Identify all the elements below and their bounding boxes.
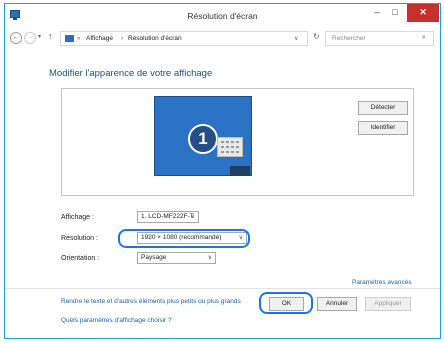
ok-highlight-annotation: [259, 292, 313, 314]
search-icon[interactable]: ⌕: [422, 34, 426, 42]
monitor-number-badge: 1: [188, 124, 218, 154]
breadcrumb-separator: ›: [121, 35, 124, 42]
refresh-icon[interactable]: ↻: [313, 32, 320, 41]
which-settings-link[interactable]: Quels paramètres d'affichage choisir ?: [61, 317, 172, 324]
title-bar[interactable]: Résolution d'écran – □ ✕: [5, 4, 440, 28]
main-content: Modifier l'apparence de votre affichage …: [5, 50, 440, 324]
orientation-select[interactable]: Paysage ∨: [137, 252, 216, 264]
forward-button[interactable]: →: [24, 32, 36, 44]
search-input[interactable]: Rechercher ⌕: [325, 31, 434, 46]
orientation-label: Orientation :: [61, 255, 100, 262]
monitor-1-thumbnail[interactable]: 1: [154, 96, 252, 176]
breadcrumb-resolution[interactable]: Résolution d'écran: [128, 35, 182, 42]
address-bar[interactable]: « Affichage › Résolution d'écran ∨: [60, 31, 308, 46]
display-select[interactable]: 1. LCD-MF222F-T ∨: [137, 211, 199, 223]
up-arrow-icon[interactable]: ↑: [48, 31, 53, 41]
display-select-value: 1. LCD-MF222F-T: [141, 213, 194, 220]
recent-locations-chevron-icon[interactable]: ▾: [38, 33, 41, 40]
keypad-icon: [217, 137, 243, 157]
maximize-button[interactable]: □: [386, 4, 404, 22]
cancel-button[interactable]: Annuler: [317, 297, 357, 311]
detect-button[interactable]: Détecter: [358, 101, 408, 115]
identify-button[interactable]: Identifier: [358, 121, 408, 135]
resolution-label: Résolution :: [61, 235, 98, 242]
orientation-select-value: Paysage: [141, 254, 167, 261]
resolution-window: Résolution d'écran – □ ✕ ← → ▾ ↑ « Affic…: [4, 3, 441, 339]
navigation-bar: ← → ▾ ↑ « Affichage › Résolution d'écran…: [5, 30, 440, 48]
address-dropdown-icon[interactable]: ∨: [294, 35, 298, 42]
back-button[interactable]: ←: [10, 32, 22, 44]
display-label: Affichage :: [61, 214, 94, 221]
minimize-button[interactable]: –: [368, 4, 386, 22]
breadcrumb-affichage[interactable]: Affichage: [86, 35, 113, 42]
breadcrumb-overflow[interactable]: «: [77, 35, 81, 42]
footer-divider: [5, 288, 440, 289]
text-size-link[interactable]: Rendre le texte et d'autres éléments plu…: [61, 298, 241, 305]
close-button[interactable]: ✕: [407, 4, 439, 22]
resolution-highlight-annotation: [118, 229, 250, 248]
monitor-stand-icon: [230, 166, 250, 176]
display-chevron-icon: ∨: [190, 214, 195, 220]
search-placeholder: Rechercher: [332, 35, 366, 42]
page-title: Modifier l'apparence de votre affichage: [49, 68, 213, 79]
orientation-chevron-icon: ∨: [207, 255, 212, 261]
advanced-settings-link[interactable]: Paramètres avancés: [352, 279, 412, 286]
apply-button[interactable]: Appliquer: [365, 297, 411, 311]
display-preview-panel: 1 Détecter Identifier: [61, 88, 414, 196]
control-panel-monitor-icon: [65, 35, 74, 42]
